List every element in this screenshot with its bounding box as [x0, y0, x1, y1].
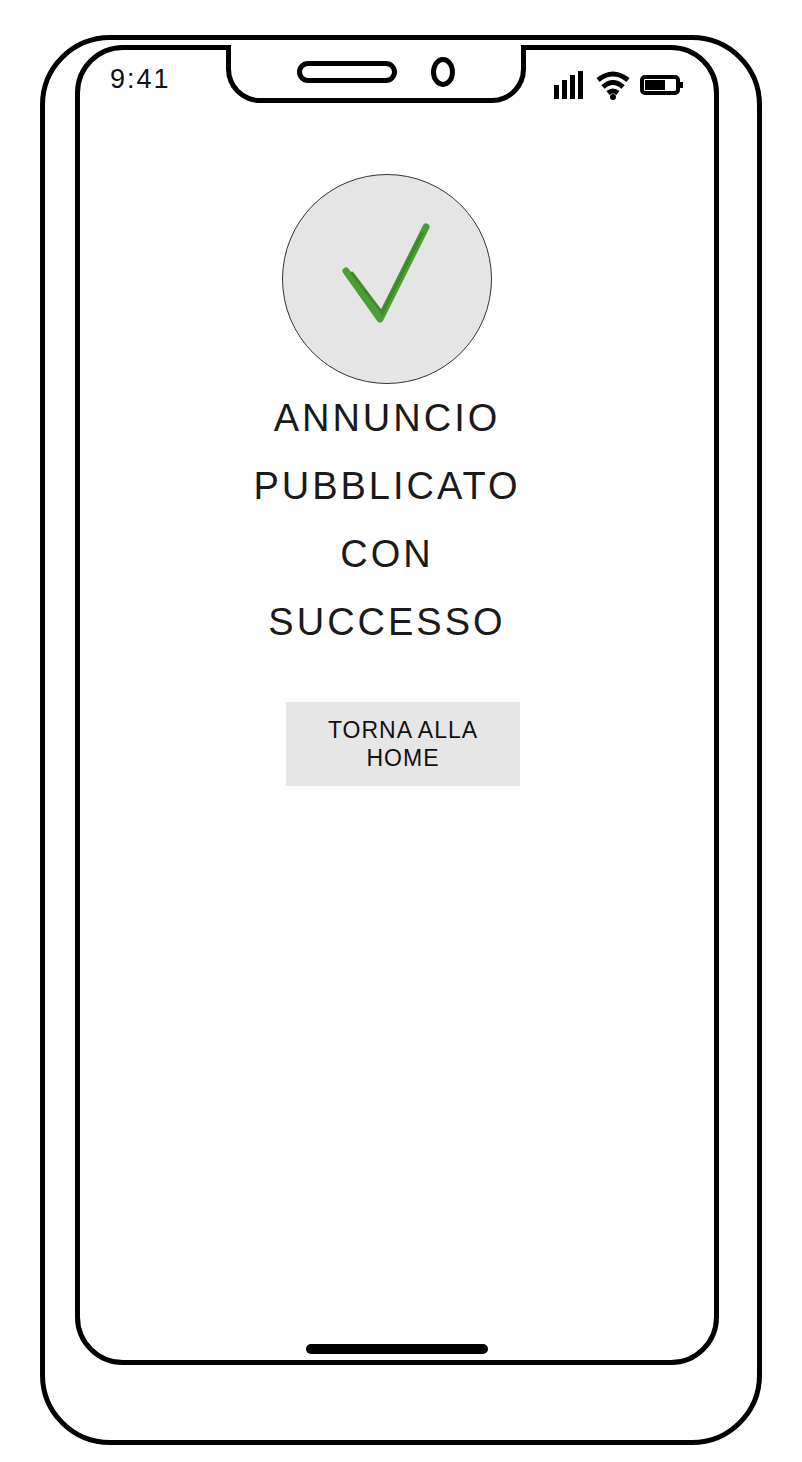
home-button[interactable]: TORNA ALLA HOME: [286, 702, 520, 786]
status-icons: [552, 50, 684, 100]
check-icon: [332, 219, 442, 339]
message-line: PUBBLICATO: [253, 452, 520, 520]
notch: [226, 45, 526, 103]
success-message: ANNUNCIOPUBBLICATOCONSUCCESSO: [253, 384, 520, 656]
success-content: ANNUNCIOPUBBLICATOCONSUCCESSO TORNA ALLA …: [110, 112, 684, 786]
home-indicator[interactable]: [306, 1344, 488, 1354]
camera-icon: [431, 57, 455, 87]
success-badge: [282, 174, 492, 384]
battery-icon: [640, 74, 684, 96]
speaker-icon: [297, 61, 397, 83]
status-bar: 9:41: [110, 50, 684, 112]
signal-icon: [552, 71, 586, 99]
wifi-icon: [596, 70, 630, 100]
message-line: ANNUNCIO: [274, 384, 501, 452]
status-time: 9:41: [110, 50, 200, 95]
message-line: SUCCESSO: [268, 588, 505, 656]
message-line: CON: [340, 520, 433, 588]
phone-frame: 9:41 ANNUNCIOPUBBLICATOCONSUCCESSO TORNA A…: [40, 35, 762, 1445]
phone-screen: 9:41 ANNUNCIOPUBBLICATOCONSUCCESSO TORNA A…: [75, 45, 719, 1365]
